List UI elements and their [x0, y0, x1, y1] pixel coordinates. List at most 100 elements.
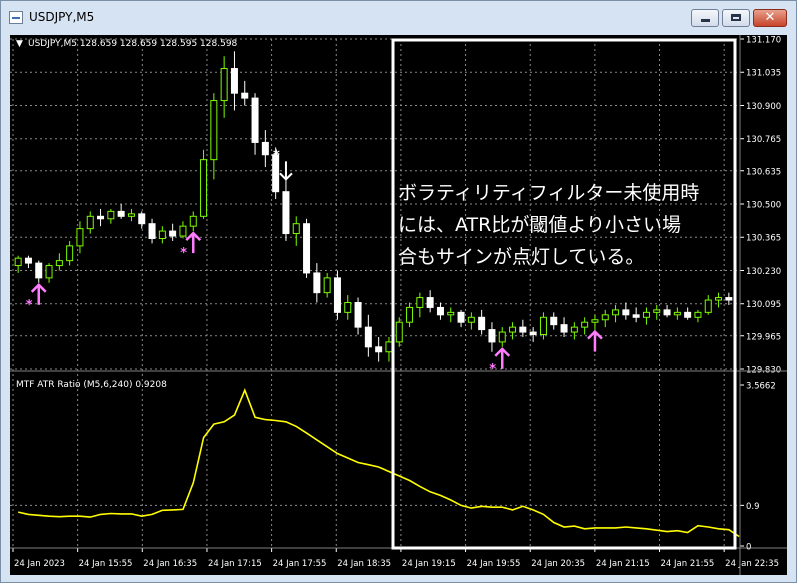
- bull-candle: [385, 341, 393, 353]
- bear-candle: [24, 257, 32, 264]
- bull-candle: [715, 297, 723, 301]
- bull-candle: [127, 213, 135, 217]
- price-tick-label: 130.230: [746, 267, 781, 277]
- indicator-tick-label: 3.5662: [746, 382, 776, 392]
- minimize-button[interactable]: [691, 9, 719, 27]
- bull-candle: [14, 257, 22, 267]
- bull-candle: [612, 309, 620, 316]
- annotation-line-2: には、ATR比が閾値より小さい場: [398, 214, 681, 236]
- bull-candle: [416, 297, 424, 308]
- bull-candle: [642, 311, 650, 318]
- bear-candle: [354, 302, 362, 328]
- close-icon: ✕: [764, 10, 776, 25]
- indicator-panel-header: MTF ATR Ratio (M5,6,240) 0.9208: [16, 380, 167, 390]
- time-tick-label: 24 Jan 21:55: [661, 559, 715, 569]
- bear-candle: [148, 223, 156, 239]
- bull-candle: [694, 311, 702, 318]
- bull-candle: [220, 68, 228, 102]
- bear-candle: [138, 213, 146, 225]
- bull-candle: [653, 309, 661, 313]
- bear-candle: [241, 92, 249, 99]
- price-tick-label: 130.900: [746, 102, 781, 112]
- window-title: USDJPY,M5: [29, 10, 95, 24]
- bull-candle: [581, 321, 589, 328]
- bear-candle: [663, 309, 671, 316]
- bull-candle: [210, 100, 218, 161]
- time-tick-label: 24 Jan 22:35: [725, 559, 779, 569]
- bear-candle: [333, 277, 341, 313]
- bear-candle: [251, 97, 259, 143]
- bear-candle: [622, 309, 630, 316]
- bear-candle: [230, 68, 238, 94]
- time-tick-label: 24 Jan 15:55: [79, 559, 133, 569]
- bear-candle: [169, 230, 177, 237]
- bull-candle: [498, 331, 506, 343]
- bear-candle: [632, 314, 640, 318]
- bull-candle: [539, 316, 547, 336]
- price-tick-label: 131.170: [746, 36, 781, 46]
- bull-candle: [292, 223, 300, 235]
- price-tick-label: 130.365: [746, 234, 781, 244]
- bear-candle: [375, 346, 383, 353]
- price-panel-header: USDJPY,M5 128.659 128.659 128.595 128.59…: [28, 39, 238, 49]
- close-button[interactable]: ✕: [753, 9, 787, 27]
- time-tick-label: 24 Jan 18:35: [337, 559, 391, 569]
- bull-candle: [55, 260, 63, 267]
- annotation-line-1: ボラティリティフィルター未使用時: [398, 182, 699, 204]
- time-tick-label: 24 Jan 20:35: [531, 559, 585, 569]
- time-tick-label: 24 Jan 21:15: [596, 559, 650, 569]
- bear-candle: [478, 316, 486, 331]
- title-bar[interactable]: USDJPY,M5 ✕: [1, 1, 796, 35]
- annotation-line-3: 合もサインが点灯している。: [398, 246, 644, 268]
- bear-candle: [426, 297, 434, 308]
- bear-candle: [529, 331, 537, 336]
- bull-candle: [179, 225, 187, 237]
- bear-candle: [519, 326, 527, 333]
- bear-candle: [313, 272, 321, 294]
- indicator-tick-label: 0: [746, 543, 751, 553]
- bear-candle: [550, 316, 558, 326]
- bull-candle: [395, 321, 403, 343]
- time-tick-label: 24 Jan 2023: [14, 559, 65, 569]
- bull-candle: [467, 316, 475, 323]
- bear-candle: [725, 297, 733, 301]
- bull-candle: [76, 228, 84, 247]
- bull-candle: [45, 265, 53, 279]
- bull-candle: [86, 215, 94, 230]
- price-tick-label: 130.635: [746, 167, 781, 177]
- bear-candle: [364, 326, 372, 348]
- time-tick-label: 24 Jan 19:15: [402, 559, 456, 569]
- panel-menu-arrow[interactable]: ▼: [16, 39, 23, 49]
- bull-candle: [158, 230, 166, 239]
- terminal-window: USDJPY,M5 ✕ * * * * 131.170 131.035 130.900 13…: [0, 0, 797, 583]
- bear-candle: [684, 311, 692, 318]
- bull-candle: [107, 210, 115, 220]
- bull-candle: [447, 311, 455, 316]
- buy-signal-star: *: [180, 246, 187, 261]
- sell-signal-star: *: [273, 148, 280, 163]
- bull-candle: [200, 159, 208, 217]
- buy-signal-star: *: [489, 362, 496, 377]
- bear-candle: [488, 329, 496, 343]
- bull-candle: [591, 319, 599, 323]
- bull-candle: [570, 326, 578, 333]
- bear-candle: [35, 262, 43, 279]
- maximize-button[interactable]: [722, 9, 750, 27]
- time-tick-label: 24 Jan 17:15: [208, 559, 262, 569]
- bear-candle: [436, 306, 444, 316]
- indicator-tick-label: 0.9: [746, 502, 760, 512]
- bull-candle: [673, 311, 681, 316]
- bull-candle: [323, 277, 331, 294]
- bull-candle: [406, 306, 414, 323]
- bear-candle: [117, 210, 125, 217]
- bull-candle: [344, 302, 352, 313]
- bear-candle: [261, 141, 269, 156]
- time-tick-label: 24 Jan 17:55: [273, 559, 327, 569]
- chart-canvas[interactable]: * * * * 131.170 131.035 130.900 130.765 130.635…: [10, 35, 787, 575]
- chart-window-icon: [9, 11, 23, 24]
- price-tick-label: 129.965: [746, 332, 781, 342]
- price-tick-label: 131.035: [746, 69, 781, 79]
- bear-candle: [97, 215, 105, 220]
- bear-candle: [282, 191, 290, 235]
- time-tick-label: 24 Jan 16:35: [143, 559, 197, 569]
